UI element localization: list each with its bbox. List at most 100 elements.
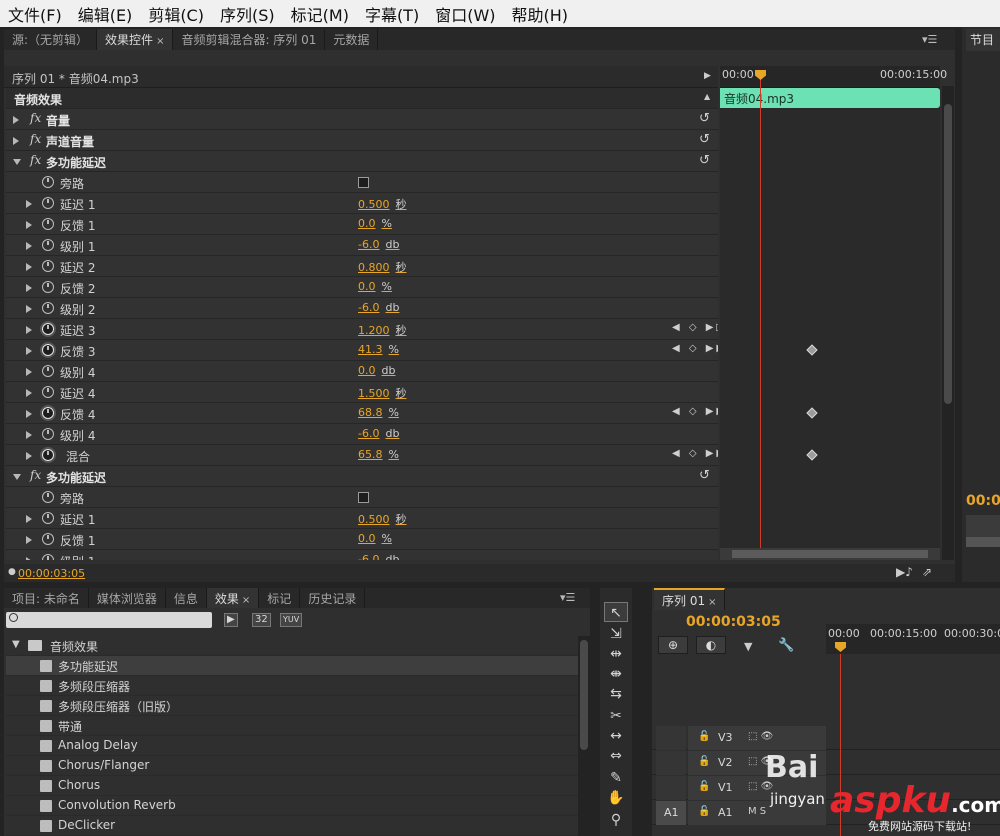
reset-icon[interactable]: ↺ (699, 153, 710, 168)
fx-icon[interactable]: fx (30, 468, 41, 482)
menu-item[interactable]: 序列(S) (212, 2, 283, 26)
parameter-value[interactable]: 0.0% (358, 280, 392, 293)
slide-tool-icon[interactable]: ⇔ (604, 746, 628, 766)
add-marker-icon[interactable]: ▼ (744, 640, 752, 653)
disclosure-expanded-icon[interactable] (13, 159, 21, 165)
value-number[interactable]: 0.0 (358, 532, 376, 545)
value-number[interactable]: 68.8 (358, 406, 383, 419)
parameter-value[interactable]: 1.200 秒 (358, 322, 407, 338)
bypass-checkbox[interactable] (358, 177, 369, 188)
parameter-row[interactable]: 反馈 1 0.0% (6, 214, 718, 235)
stopwatch-icon[interactable] (42, 554, 54, 560)
close-icon[interactable]: × (242, 595, 250, 606)
parameter-row[interactable]: 延迟 4 1.500 秒 (6, 382, 718, 403)
parameter-value[interactable]: -6.0 db (358, 553, 399, 560)
scroll-thumb[interactable] (732, 550, 928, 558)
keyframe-navigator[interactable]: ◀ ◇ ▶▶ (672, 448, 718, 459)
parameter-value[interactable]: 0.500 秒 (358, 511, 407, 527)
parameter-row[interactable]: 级别 4 -6.0 db (6, 424, 718, 445)
disclosure-collapsed-icon[interactable] (26, 557, 32, 560)
nest-toggle-button[interactable]: ⊕ (658, 636, 688, 654)
effect-row[interactable]: fx 多功能延迟 ↺ (6, 151, 718, 172)
menu-item[interactable]: 文件(F) (0, 2, 70, 26)
effect-list-item[interactable]: DeClicker (6, 816, 578, 836)
tab[interactable]: 标记 (259, 588, 301, 610)
slip-tool-icon[interactable]: ↔ (604, 726, 628, 746)
vertical-scrollbar[interactable] (942, 86, 954, 560)
menu-item[interactable]: 标记(M) (283, 2, 357, 26)
disclosure-collapsed-icon[interactable] (26, 389, 32, 397)
disclosure-collapsed-icon[interactable] (26, 368, 32, 376)
parameter-row[interactable]: 延迟 1 0.500 秒 (6, 193, 718, 214)
value-number[interactable]: 0.0 (358, 217, 376, 230)
value-number[interactable]: -6.0 (358, 238, 379, 251)
reset-icon[interactable]: ↺ (699, 468, 710, 483)
tab[interactable]: 音频剪辑混合器: 序列 01 (173, 29, 326, 51)
export-icon[interactable]: ⇗ (922, 565, 932, 579)
fx-icon[interactable]: fx (30, 111, 41, 125)
parameter-row[interactable]: 延迟 1 0.500 秒 (6, 508, 718, 529)
parameter-value[interactable]: 41.3% (358, 343, 399, 356)
disclosure-collapsed-icon[interactable] (13, 137, 19, 145)
effect-list-item[interactable]: Chorus/Flanger (6, 756, 578, 776)
value-number[interactable]: -6.0 (358, 427, 379, 440)
parameter-row[interactable]: 级别 1 -6.0 db (6, 235, 718, 256)
track-target[interactable] (656, 726, 686, 750)
disclosure-collapsed-icon[interactable] (26, 347, 32, 355)
effect-list-item[interactable]: 多频段压缩器（旧版） (6, 696, 578, 716)
play-only-clip-icon[interactable]: ▶ (704, 71, 711, 81)
stopwatch-icon[interactable] (42, 281, 54, 293)
collapse-icon[interactable]: ▲ (704, 92, 710, 101)
stopwatch-icon[interactable] (42, 449, 54, 461)
value-number[interactable]: 0.500 (358, 198, 390, 211)
effects-search-input[interactable] (6, 612, 212, 628)
audio-scrub-icon[interactable]: ▶♪ (896, 565, 913, 579)
parameter-row[interactable]: 级别 2 -6.0 db (6, 298, 718, 319)
yuv-effects-icon[interactable]: YUV (280, 613, 303, 627)
rate-stretch-tool-icon[interactable]: ⇆ (604, 684, 628, 704)
tab[interactable]: 项目: 未命名 (4, 588, 89, 610)
bypass-checkbox[interactable] (358, 492, 369, 503)
close-icon[interactable]: × (156, 36, 164, 47)
tab[interactable]: 元数据 (325, 29, 379, 51)
parameter-row[interactable]: 延迟 2 0.800 秒 (6, 256, 718, 277)
reset-icon[interactable]: ↺ (699, 132, 710, 147)
lock-icon[interactable]: 🔓 (698, 806, 710, 817)
stopwatch-icon[interactable] (42, 407, 54, 419)
parameter-row[interactable]: 反馈 1 0.0% (6, 529, 718, 550)
stopwatch-icon[interactable] (42, 176, 54, 188)
parameter-row[interactable]: 级别 1 -6.0 db (6, 550, 718, 560)
disclosure-collapsed-icon[interactable] (26, 305, 32, 313)
stopwatch-icon[interactable] (42, 239, 54, 251)
status-timecode[interactable]: 00:00:03:05 (18, 567, 85, 580)
vertical-scrollbar[interactable] (578, 636, 590, 836)
menu-item[interactable]: 剪辑(C) (140, 2, 212, 26)
hand-tool-icon[interactable]: ✋ (604, 788, 628, 808)
parameter-value[interactable]: 0.800 秒 (358, 259, 407, 275)
keyframe-navigator[interactable]: ◀ ◇ ▶▶ (672, 406, 718, 417)
lock-icon[interactable]: 🔓 (698, 731, 710, 742)
disclosure-collapsed-icon[interactable] (26, 221, 32, 229)
disclosure-collapsed-icon[interactable] (26, 263, 32, 271)
effect-list-item[interactable]: Convolution Reverb (6, 796, 578, 816)
stopwatch-icon[interactable] (42, 218, 54, 230)
parameter-row[interactable]: 旁路 (6, 172, 718, 193)
lock-icon[interactable]: 🔓 (698, 781, 710, 792)
snap-button[interactable]: ◐ (696, 636, 726, 654)
program-zoom-bar[interactable] (966, 537, 1000, 547)
value-number[interactable]: 1.200 (358, 324, 390, 337)
disclosure-collapsed-icon[interactable] (13, 116, 19, 124)
mini-timeline-ruler[interactable]: 00:00 00:00:15:00 (720, 66, 947, 88)
tab[interactable]: 信息 (166, 588, 207, 610)
mute-solo-buttons[interactable]: M S (748, 806, 766, 817)
effect-row[interactable]: fx 多功能延迟 ↺ (6, 466, 718, 487)
effect-list-item[interactable]: 多功能延迟 (6, 656, 578, 676)
zoom-tool-icon[interactable]: ⚲ (604, 810, 628, 830)
tab[interactable]: 效果控件 × (97, 29, 174, 51)
stopwatch-icon[interactable] (42, 302, 54, 314)
keyframe-navigator[interactable]: ◀ ◇ ▶▶ (672, 343, 718, 354)
stopwatch-icon[interactable] (42, 344, 54, 356)
value-number[interactable]: 0.500 (358, 513, 390, 526)
effect-list-item[interactable]: 多频段压缩器 (6, 676, 578, 696)
32bit-effects-icon[interactable]: 32 (252, 613, 271, 627)
